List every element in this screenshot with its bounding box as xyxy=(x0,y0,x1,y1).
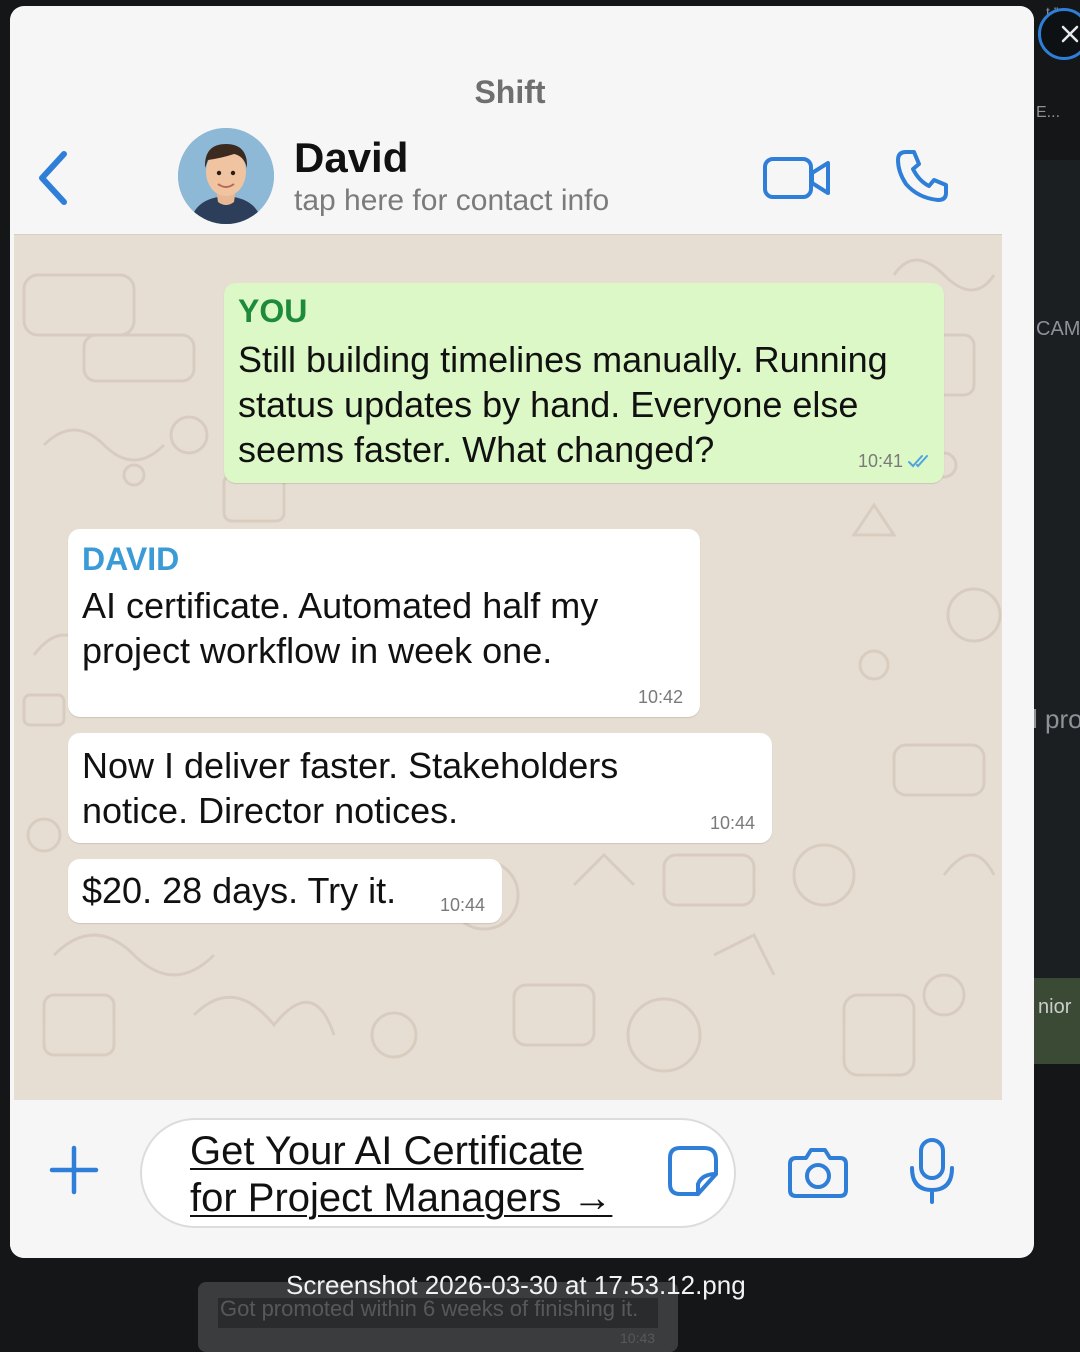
message-composer: Get Your AI Certificate for Project Mana… xyxy=(10,1100,1010,1258)
sticker-button[interactable] xyxy=(666,1144,720,1203)
edge-text-3: CAM xyxy=(1036,318,1080,340)
link-line: for Project Managers → xyxy=(190,1176,613,1220)
window-title: Shift xyxy=(474,74,546,110)
message-text: Now I deliver faster. Stakeholders notic… xyxy=(82,743,618,833)
ghost-message-time: 10:43 xyxy=(620,1330,656,1346)
contact-name[interactable]: David xyxy=(294,134,408,182)
message-bubble-incoming[interactable]: $20. 28 days. Try it. 10:44 xyxy=(68,859,502,923)
screenshot-filename: Screenshot 2026-03-30 at 17.53.12.png xyxy=(286,1270,746,1300)
sticker-icon xyxy=(668,1146,718,1196)
message-time: 10:42 xyxy=(638,687,684,707)
video-call-button[interactable] xyxy=(762,154,832,207)
camera-icon xyxy=(788,1148,848,1198)
chat-area[interactable]: YOU Still building timelines manually. R… xyxy=(14,234,1002,1102)
message-line: project workflow in week one. xyxy=(82,630,553,671)
chat-header: David tap here for contact info xyxy=(10,116,1010,236)
edge-text-4: l pro xyxy=(1032,704,1080,734)
avatar[interactable] xyxy=(178,128,274,224)
phone-icon xyxy=(896,150,948,202)
message-sender: DAVID xyxy=(82,541,180,577)
message-line: Now I deliver faster. Stakeholders xyxy=(82,745,619,786)
background-strip xyxy=(1034,978,1080,1064)
double-check-icon xyxy=(908,455,928,468)
message-time: 10:41 xyxy=(858,451,904,471)
microphone-button[interactable] xyxy=(906,1136,958,1213)
message-line: status updates by hand. Everyone else xyxy=(238,384,859,425)
message-input[interactable]: Get Your AI Certificate for Project Mana… xyxy=(140,1118,736,1228)
chat-window: Shift David tap here for contact info YO… xyxy=(10,6,1034,1258)
certificate-link[interactable]: Get Your AI Certificate for Project Mana… xyxy=(190,1128,612,1222)
edge-text-5: nior xyxy=(1038,996,1072,1018)
message-time: 10:44 xyxy=(440,895,486,915)
message-line: notice. Director notices. xyxy=(82,790,459,831)
microphone-icon xyxy=(910,1138,954,1204)
voice-call-button[interactable] xyxy=(892,146,952,211)
message-line: seems faster. What changed? xyxy=(238,429,715,470)
background-panel xyxy=(1034,160,1080,1000)
message-sender: YOU xyxy=(238,293,308,329)
plus-icon xyxy=(49,1145,99,1195)
message-bubble-outgoing[interactable]: YOU Still building timelines manually. R… xyxy=(224,283,944,483)
contact-info-hint[interactable]: tap here for contact info xyxy=(294,184,609,218)
close-button[interactable] xyxy=(1038,8,1080,60)
message-line: $20. 28 days. Try it. xyxy=(82,870,397,911)
back-icon xyxy=(39,151,67,205)
video-call-icon xyxy=(763,157,830,199)
message-text: Still building timelines manually. Runni… xyxy=(238,337,888,472)
edge-text-2: E... xyxy=(1036,104,1061,121)
message-line: AI certificate. Automated half my xyxy=(82,585,599,626)
message-bubble-incoming[interactable]: Now I deliver faster. Stakeholders notic… xyxy=(68,733,772,843)
camera-button[interactable] xyxy=(786,1144,850,1205)
message-time: 10:44 xyxy=(710,813,756,833)
back-button[interactable] xyxy=(34,148,74,213)
message-text: AI certificate. Automated half my projec… xyxy=(82,583,598,673)
attach-button[interactable] xyxy=(48,1144,100,1201)
message-line: Still building timelines manually. Runni… xyxy=(238,339,888,380)
close-icon xyxy=(1061,25,1079,43)
message-bubble-incoming[interactable]: DAVID AI certificate. Automated half my … xyxy=(68,529,700,717)
avatar-image xyxy=(178,128,274,224)
link-line: Get Your AI Certificate xyxy=(190,1129,584,1173)
message-text: $20. 28 days. Try it. xyxy=(82,868,396,913)
